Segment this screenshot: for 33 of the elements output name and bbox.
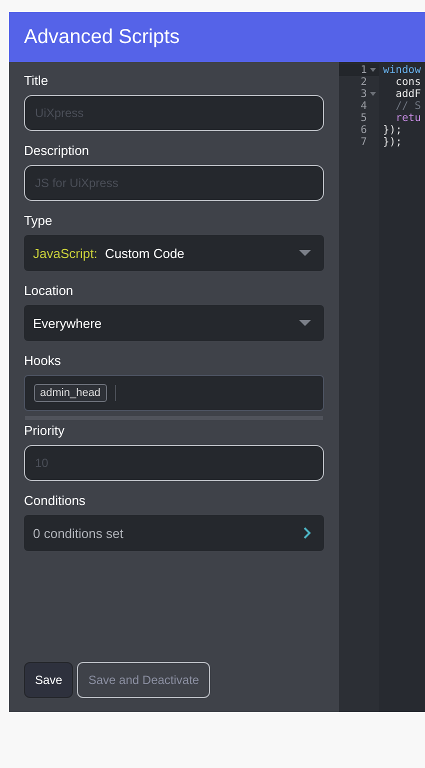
caret-icon xyxy=(299,250,311,256)
dropdown[interactable]: JavaScript: Custom Code xyxy=(24,235,324,271)
caret-icon xyxy=(299,320,311,326)
line-number: 5 xyxy=(360,112,367,124)
line-number: 3 xyxy=(360,88,367,100)
code-line: // S xyxy=(394,100,421,112)
code-line: retu xyxy=(394,112,421,124)
field-label: Description xyxy=(24,143,90,158)
line-number: 4 xyxy=(360,100,367,112)
field-label: Type xyxy=(24,213,54,228)
code-line: addF xyxy=(394,88,421,100)
dropdown[interactable]: Everywhere xyxy=(24,305,324,341)
conditions-button[interactable]: 0 conditions set xyxy=(24,515,324,551)
field-label: Hooks xyxy=(24,353,62,368)
hook-tag: admin_head xyxy=(34,384,107,402)
field-label: Conditions xyxy=(24,493,86,508)
line-number: 7 xyxy=(360,136,367,148)
field-label: Title xyxy=(24,73,50,88)
code-line: cons xyxy=(394,76,421,88)
tag-input-field[interactable]: admin_head xyxy=(24,375,324,411)
page-title: Advanced Scripts xyxy=(24,26,180,48)
line-number: 6 xyxy=(360,124,367,136)
code-line: window xyxy=(383,64,421,76)
line-number: 2 xyxy=(360,76,367,88)
chevron-right-icon xyxy=(303,527,311,539)
code-line: }); xyxy=(383,136,403,148)
fold-icon[interactable] xyxy=(370,92,376,96)
field-label: Priority xyxy=(24,423,66,438)
save-button[interactable]: Save xyxy=(24,662,74,698)
fold-icon[interactable] xyxy=(370,68,376,72)
field-label: Location xyxy=(24,283,74,298)
line-number: 1 xyxy=(360,64,367,76)
code-line: }); xyxy=(383,124,403,136)
